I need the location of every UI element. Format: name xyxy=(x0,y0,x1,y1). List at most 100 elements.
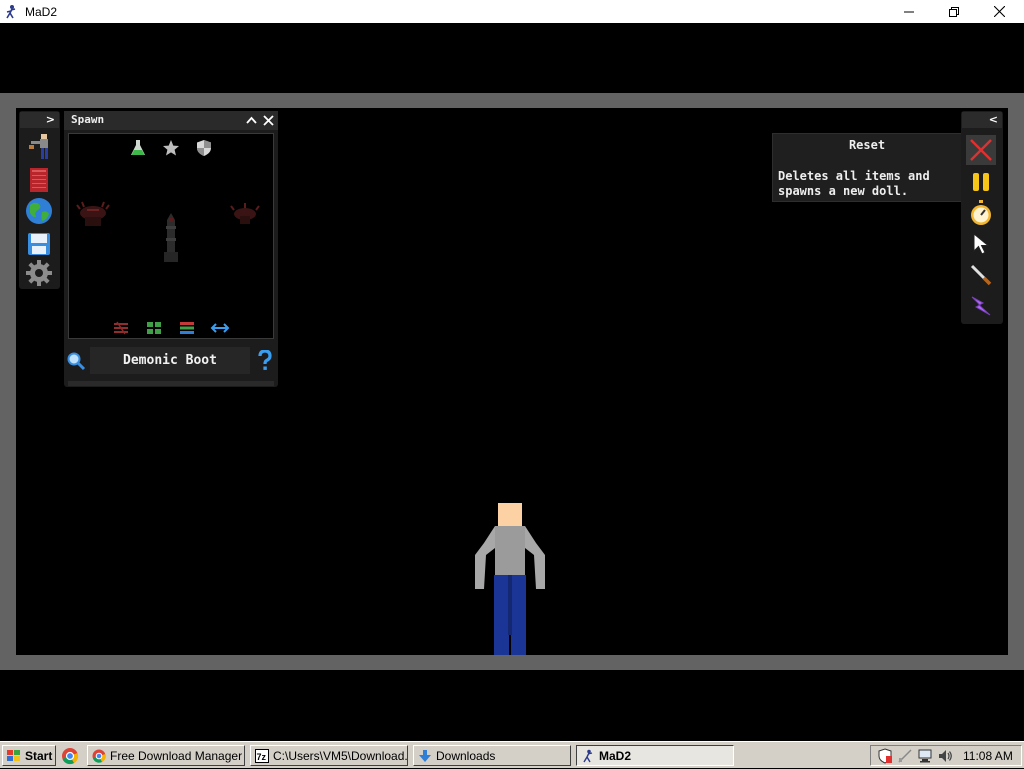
globe-icon xyxy=(26,198,52,224)
grid-icon xyxy=(147,322,161,334)
pause-button[interactable] xyxy=(966,167,996,197)
chevron-right-icon: > xyxy=(45,113,55,126)
knife-icon xyxy=(970,264,992,286)
question-mark-icon xyxy=(258,349,272,370)
security-shield-icon[interactable] xyxy=(877,747,893,764)
search-button[interactable] xyxy=(66,351,86,371)
system-tray: 11:08 AM xyxy=(870,745,1022,766)
collapse-toolbar-button[interactable]: < xyxy=(962,112,1002,128)
spawn-panel-footer xyxy=(68,381,274,386)
start-label: Start xyxy=(25,748,53,763)
shield-icon xyxy=(197,140,211,156)
restore-button[interactable] xyxy=(931,0,977,23)
close-window-button[interactable] xyxy=(976,0,1022,23)
chevron-left-icon: < xyxy=(988,113,998,126)
game-canvas[interactable]: > Spawn Demonic Boot Reset Deletes all i… xyxy=(16,108,1008,655)
gear-icon xyxy=(26,260,52,286)
spawn-item-demonic-glove-right[interactable] xyxy=(230,202,260,228)
chrome-icon xyxy=(62,748,79,765)
knife-tool-button[interactable] xyxy=(966,260,996,290)
lightning-tool-button[interactable] xyxy=(966,291,996,321)
window-titlebar: MaD2 xyxy=(0,0,1024,23)
demonic-boot-icon xyxy=(164,213,178,262)
flask-icon xyxy=(131,140,145,155)
task-7zip[interactable]: 7z C:\Users\VM5\Download... xyxy=(250,745,408,766)
close-icon xyxy=(263,115,274,126)
ragdoll-character[interactable] xyxy=(475,503,545,655)
filter-icon xyxy=(114,321,128,335)
spawn-panel-title: Spawn xyxy=(71,113,105,126)
tool-ragdoll[interactable] xyxy=(25,133,53,161)
task-mad2[interactable]: MaD2 xyxy=(576,745,734,766)
expand-toolbar-button[interactable]: > xyxy=(20,112,59,128)
spawn-panel-header[interactable]: Spawn xyxy=(64,111,278,130)
tool-save[interactable] xyxy=(25,230,53,258)
category-favorites[interactable] xyxy=(162,139,180,157)
search-icon xyxy=(67,352,86,371)
stopwatch-icon xyxy=(971,200,991,225)
cursor-icon xyxy=(973,233,990,255)
save-icon xyxy=(28,233,50,255)
window-title: MaD2 xyxy=(25,4,58,19)
game-frame: > Spawn Demonic Boot Reset Deletes all i… xyxy=(0,93,1024,670)
chevron-up-icon xyxy=(246,116,257,124)
spawn-search-bar: Demonic Boot xyxy=(64,344,278,378)
grid-view-button[interactable] xyxy=(146,320,162,334)
tool-settings[interactable] xyxy=(25,259,53,287)
app-icon xyxy=(583,749,593,762)
task-label: Free Download Manager -... xyxy=(110,748,245,763)
ragdoll-figure xyxy=(475,503,545,655)
task-label: Downloads xyxy=(436,748,496,763)
tool-world[interactable] xyxy=(25,197,53,225)
list-view-button[interactable] xyxy=(179,320,195,334)
close-icon xyxy=(993,6,1005,17)
chrome-icon xyxy=(92,749,106,763)
category-potions[interactable] xyxy=(129,139,147,157)
spawn-item-demonic-boot[interactable] xyxy=(159,212,183,264)
quicklaunch-chrome[interactable] xyxy=(61,747,79,765)
reset-tooltip: Reset Deletes all items and spawns a new… xyxy=(772,133,962,202)
right-toolbar: < xyxy=(961,111,1003,324)
tooltip-title: Reset xyxy=(848,138,886,152)
star-icon xyxy=(163,140,179,156)
spawn-search-input[interactable]: Demonic Boot xyxy=(90,347,250,374)
task-label: C:\Users\VM5\Download... xyxy=(273,748,408,763)
tool-book[interactable] xyxy=(25,166,53,194)
7zip-icon: 7z xyxy=(255,748,269,763)
pointer-tool-button[interactable] xyxy=(966,229,996,259)
resize-button[interactable] xyxy=(210,320,230,334)
task-label: MaD2 xyxy=(599,748,632,763)
filter-button[interactable] xyxy=(113,320,129,335)
volume-icon[interactable] xyxy=(937,748,953,764)
category-armor[interactable] xyxy=(195,139,213,157)
spawn-item-demonic-glove-left[interactable] xyxy=(76,200,110,230)
close-panel-button[interactable] xyxy=(260,112,277,129)
help-button[interactable] xyxy=(256,349,274,372)
close-icon xyxy=(970,139,992,161)
list-icon xyxy=(180,322,194,334)
restore-icon xyxy=(949,6,959,17)
collapse-panel-button[interactable] xyxy=(243,112,260,129)
task-free-download-manager[interactable]: Free Download Manager -... xyxy=(87,745,245,766)
network-computer-icon[interactable] xyxy=(917,748,933,764)
tooltip-description: Deletes all items and spawns a new doll. xyxy=(778,169,930,198)
spawn-panel: Spawn Demonic Boot xyxy=(64,111,278,387)
demonic-glove-icon xyxy=(76,201,110,226)
windows-logo-icon xyxy=(7,749,20,761)
app-icon xyxy=(6,4,16,18)
start-button[interactable]: Start xyxy=(2,745,56,766)
left-toolbar: > xyxy=(19,111,60,289)
minimize-button[interactable] xyxy=(886,0,932,23)
taskbar: Start Free Download Manager -... 7z C:\U… xyxy=(0,741,1024,768)
download-arrow-icon xyxy=(419,749,431,762)
spawn-item-grid xyxy=(68,133,274,339)
book-icon xyxy=(30,168,48,192)
reset-button[interactable] xyxy=(966,135,996,165)
slow-motion-button[interactable] xyxy=(966,198,996,228)
svg-text:7z: 7z xyxy=(257,752,267,762)
task-downloads[interactable]: Downloads xyxy=(413,745,571,766)
clock[interactable]: 11:08 AM xyxy=(963,749,1013,763)
pause-icon xyxy=(973,173,989,191)
network-disconnected-icon[interactable] xyxy=(897,748,913,764)
ragdoll-icon xyxy=(29,134,48,159)
